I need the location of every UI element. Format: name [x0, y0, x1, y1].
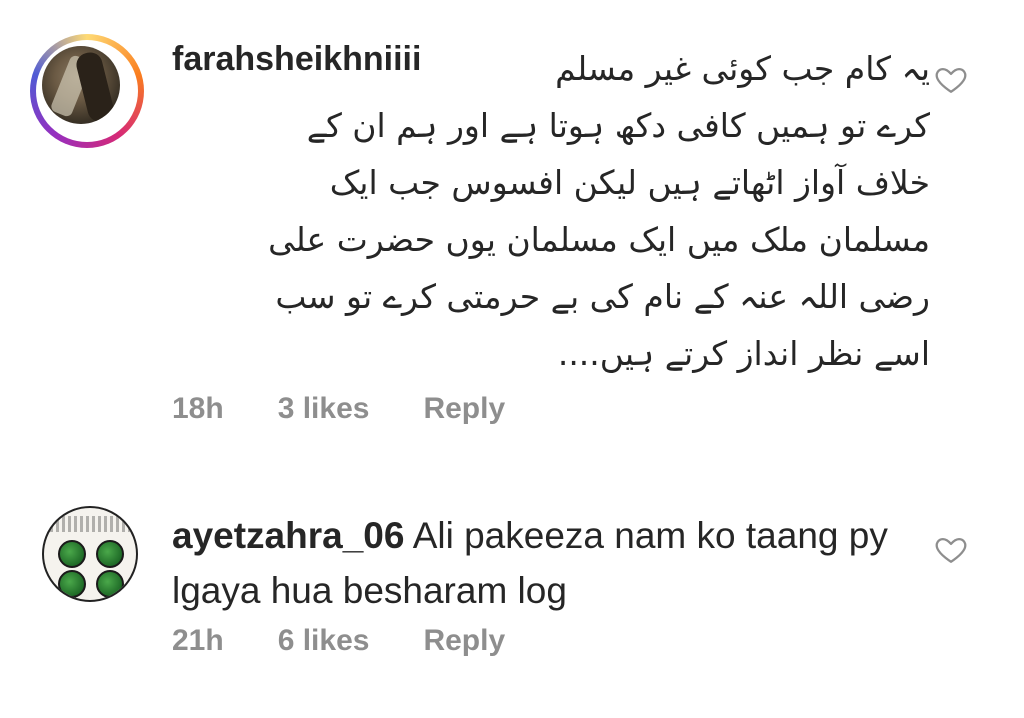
comment-likes[interactable]: 3 likes: [278, 392, 370, 426]
comment-text: ayetzahra_06 Ali pakeeza nam ko taang py…: [172, 508, 892, 618]
avatar[interactable]: [42, 46, 120, 124]
reply-button[interactable]: Reply: [423, 392, 505, 426]
comment-likes[interactable]: 6 likes: [278, 624, 370, 658]
comment-text-line: مسلمان ملک میں ایک مسلمان یوں حضرت علی: [268, 220, 930, 259]
comment-text-line: یہ کام جب کوئی غیر مسلم: [555, 49, 930, 88]
comment-text-line: خلاف آواز اٹھاتے ہیں لیکن افسوس جب ایک: [329, 163, 930, 202]
story-ring[interactable]: [30, 34, 144, 148]
avatar[interactable]: [42, 506, 138, 602]
comment-text-line: کرے تو ہمیں کافی دکھ ہوتا ہے اور ہم ان ک…: [306, 106, 930, 145]
comment-time: 21h: [172, 624, 224, 657]
comment-text-line: اسے نظر انداز کرتے ہیں....: [557, 334, 930, 373]
comment-time: 18h: [172, 392, 224, 425]
comment-text: یہ کام جب کوئی غیر مسلم کرے تو ہمیں کافی…: [170, 40, 930, 382]
heart-outline-icon[interactable]: [934, 62, 968, 96]
comment-username[interactable]: ayetzahra_06: [172, 515, 404, 556]
comment-text-line: رضی اللہ عنہ کے نام کی بے حرمتی کرے تو س…: [275, 277, 930, 316]
comment-item: یہ کام جب کوئی غیر مسلم کرے تو ہمیں کافی…: [0, 0, 1024, 470]
comment-meta: 18h 3 likes Reply: [172, 392, 505, 426]
heart-outline-icon[interactable]: [934, 532, 968, 566]
comment-meta: 21h 6 likes Reply: [172, 624, 505, 658]
comment-username[interactable]: farahsheikhniiii: [172, 40, 421, 79]
reply-button[interactable]: Reply: [423, 624, 505, 658]
comment-item: ayetzahra_06 Ali pakeeza nam ko taang py…: [0, 490, 1024, 718]
